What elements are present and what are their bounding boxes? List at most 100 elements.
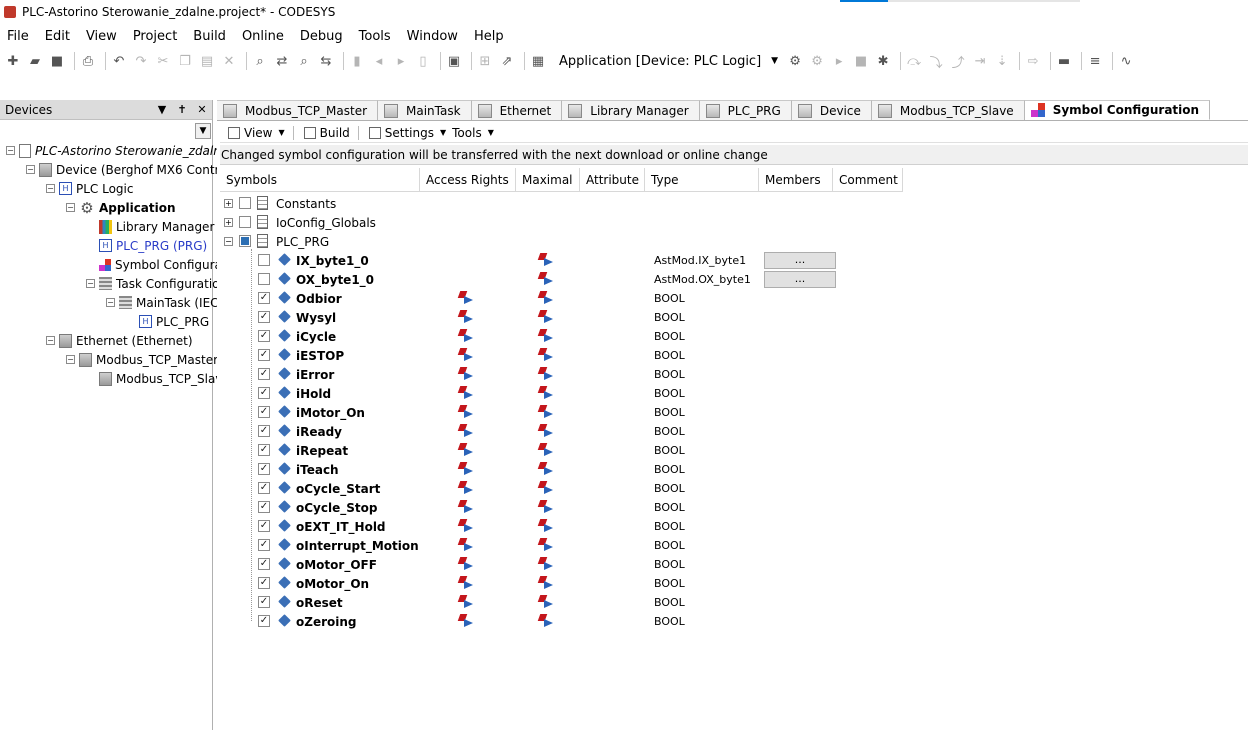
access-rights-icon[interactable]	[459, 329, 473, 343]
copy-icon[interactable]: ❐	[176, 52, 194, 70]
device-tree-item[interactable]: − PLC-Astorino Sterowanie_zdalne	[6, 141, 228, 160]
step-out-icon[interactable]: ⤴	[949, 52, 967, 71]
menu-build[interactable]: Build	[193, 29, 226, 44]
symbol-row[interactable]: IX_byte1_0 AstMod.IX_byte1...	[220, 251, 1240, 270]
symbol-checkbox[interactable]	[258, 273, 270, 285]
symbol-row[interactable]: ✓ oMotor_OFF BOOL	[220, 555, 1240, 574]
symbol-checkbox[interactable]: ✓	[258, 615, 270, 627]
access-rights-icon[interactable]	[459, 500, 473, 514]
symbol-row[interactable]: ✓ Odbior BOOL	[220, 289, 1240, 308]
reset-icon[interactable]: ✱	[874, 52, 892, 70]
find-in-project-icon[interactable]: ⌕	[295, 52, 313, 70]
editor-tab[interactable]: MainTask	[378, 100, 472, 120]
paste-icon[interactable]: ▤	[198, 52, 216, 70]
write-values-icon[interactable]: ▬	[1055, 52, 1073, 70]
device-tree-item[interactable]: − Ethernet (Ethernet)	[46, 331, 193, 350]
access-rights-icon[interactable]	[459, 291, 473, 305]
access-rights-icon[interactable]	[459, 367, 473, 381]
editor-tab[interactable]: Symbol Configuration	[1024, 100, 1211, 120]
panel-menu-icon[interactable]: ▼	[152, 103, 172, 116]
access-rights-icon[interactable]	[459, 443, 473, 457]
collapse-toggle-icon[interactable]: −	[106, 298, 115, 307]
symbol-checkbox[interactable]: ✓	[258, 349, 270, 361]
expand-toggle-icon[interactable]: +	[224, 199, 233, 208]
collapse-toggle-icon[interactable]: −	[66, 355, 75, 364]
symbol-group-checkbox[interactable]	[239, 197, 251, 209]
menu-edit[interactable]: Edit	[45, 29, 70, 44]
bookmark-icon[interactable]: ▮	[348, 52, 366, 70]
redo-icon[interactable]: ↷	[132, 52, 150, 70]
symbol-row[interactable]: ✓ oCycle_Start BOOL	[220, 479, 1240, 498]
next-bookmark-icon[interactable]: ▸	[392, 52, 410, 70]
force-values-icon[interactable]: ≡	[1086, 52, 1104, 70]
symbol-checkbox[interactable]: ✓	[258, 387, 270, 399]
symbol-group-checkbox[interactable]	[239, 235, 251, 247]
device-tree-item[interactable]: − ⚙ Application	[66, 198, 176, 217]
symbol-row[interactable]: ✓ iESTOP BOOL	[220, 346, 1240, 365]
save-icon[interactable]: ■	[48, 52, 66, 70]
symbol-group-row[interactable]: − PLC_PRG	[220, 232, 1240, 251]
symbol-group-row[interactable]: + IoConfig_Globals	[220, 213, 1240, 232]
device-tree-item[interactable]: Library Manager	[86, 217, 214, 236]
menu-debug[interactable]: Debug	[300, 29, 343, 44]
device-tree-item[interactable]: − H PLC Logic	[46, 179, 133, 198]
symbol-row[interactable]: ✓ iRepeat BOOL	[220, 441, 1240, 460]
editor-tab[interactable]: Device	[791, 100, 872, 120]
replace-in-project-icon[interactable]: ⇆	[317, 52, 335, 70]
close-icon[interactable]: ✕	[192, 103, 212, 116]
access-rights-icon[interactable]	[459, 557, 473, 571]
access-rights-icon[interactable]	[459, 462, 473, 476]
symbol-row[interactable]: ✓ iCycle BOOL	[220, 327, 1240, 346]
view-button[interactable]: View ▼	[220, 126, 285, 140]
access-rights-icon[interactable]	[459, 576, 473, 590]
start-icon[interactable]: ▸	[830, 52, 848, 70]
symbol-row[interactable]: ✓ oInterrupt_Motion BOOL	[220, 536, 1240, 555]
symbol-checkbox[interactable]: ✓	[258, 330, 270, 342]
symbol-checkbox[interactable]: ✓	[258, 463, 270, 475]
collapse-toggle-icon[interactable]: −	[66, 203, 75, 212]
find-icon[interactable]: ⌕	[251, 52, 269, 70]
editor-tab[interactable]: Modbus_TCP_Master	[217, 100, 379, 120]
access-rights-icon[interactable]	[459, 595, 473, 609]
symbol-checkbox[interactable]: ✓	[258, 292, 270, 304]
editor-tab[interactable]: Library Manager	[562, 100, 700, 120]
symbol-row[interactable]: ✓ iReady BOOL	[220, 422, 1240, 441]
editor-tab[interactable]: Modbus_TCP_Slave	[871, 100, 1025, 120]
print-icon[interactable]: ⎙	[79, 52, 97, 70]
access-rights-icon[interactable]	[459, 386, 473, 400]
symbol-group-row[interactable]: + Constants	[220, 194, 1240, 213]
step-into-icon[interactable]: ⤵	[927, 52, 945, 71]
menu-file[interactable]: File	[7, 29, 29, 44]
symbol-checkbox[interactable]: ✓	[258, 539, 270, 551]
collapse-toggle-icon[interactable]: −	[26, 165, 35, 174]
column-header[interactable]: Attribute	[580, 168, 645, 192]
menu-window[interactable]: Window	[407, 29, 458, 44]
clear-bookmarks-icon[interactable]: ▯	[414, 52, 432, 70]
column-header[interactable]: Symbols	[220, 168, 420, 192]
symbol-checkbox[interactable]: ✓	[258, 311, 270, 323]
access-rights-icon[interactable]	[459, 538, 473, 552]
collapse-toggle-icon[interactable]: −	[46, 184, 55, 193]
symbol-row[interactable]: ✓ oReset BOOL	[220, 593, 1240, 612]
symbol-row[interactable]: ✓ Wysyl BOOL	[220, 308, 1240, 327]
show-next-statement-icon[interactable]: ⇨	[1024, 52, 1042, 70]
undo-icon[interactable]: ↶	[110, 52, 128, 70]
menu-tools[interactable]: Tools	[359, 29, 391, 44]
symbol-checkbox[interactable]: ✓	[258, 406, 270, 418]
members-button[interactable]: ...	[764, 252, 836, 269]
new-project-icon[interactable]: ✚	[4, 52, 22, 70]
symbol-checkbox[interactable]: ✓	[258, 520, 270, 532]
access-rights-icon[interactable]	[459, 348, 473, 362]
symbol-checkbox[interactable]: ✓	[258, 501, 270, 513]
collapse-toggle-icon[interactable]: −	[224, 237, 233, 246]
object-icon[interactable]: ▣	[445, 52, 463, 70]
step-over-icon[interactable]: ⤼	[905, 52, 923, 70]
unforce-values-icon[interactable]: ∿	[1117, 52, 1135, 70]
symbol-checkbox[interactable]: ✓	[258, 596, 270, 608]
symbol-row[interactable]: ✓ iError BOOL	[220, 365, 1240, 384]
collapse-toggle-icon[interactable]: −	[6, 146, 15, 155]
application-icon[interactable]: ▦	[529, 52, 547, 70]
symbol-row[interactable]: ✓ oEXT_IT_Hold BOOL	[220, 517, 1240, 536]
open-project-icon[interactable]: ▰	[26, 52, 44, 70]
column-header[interactable]: Maximal	[516, 168, 580, 192]
